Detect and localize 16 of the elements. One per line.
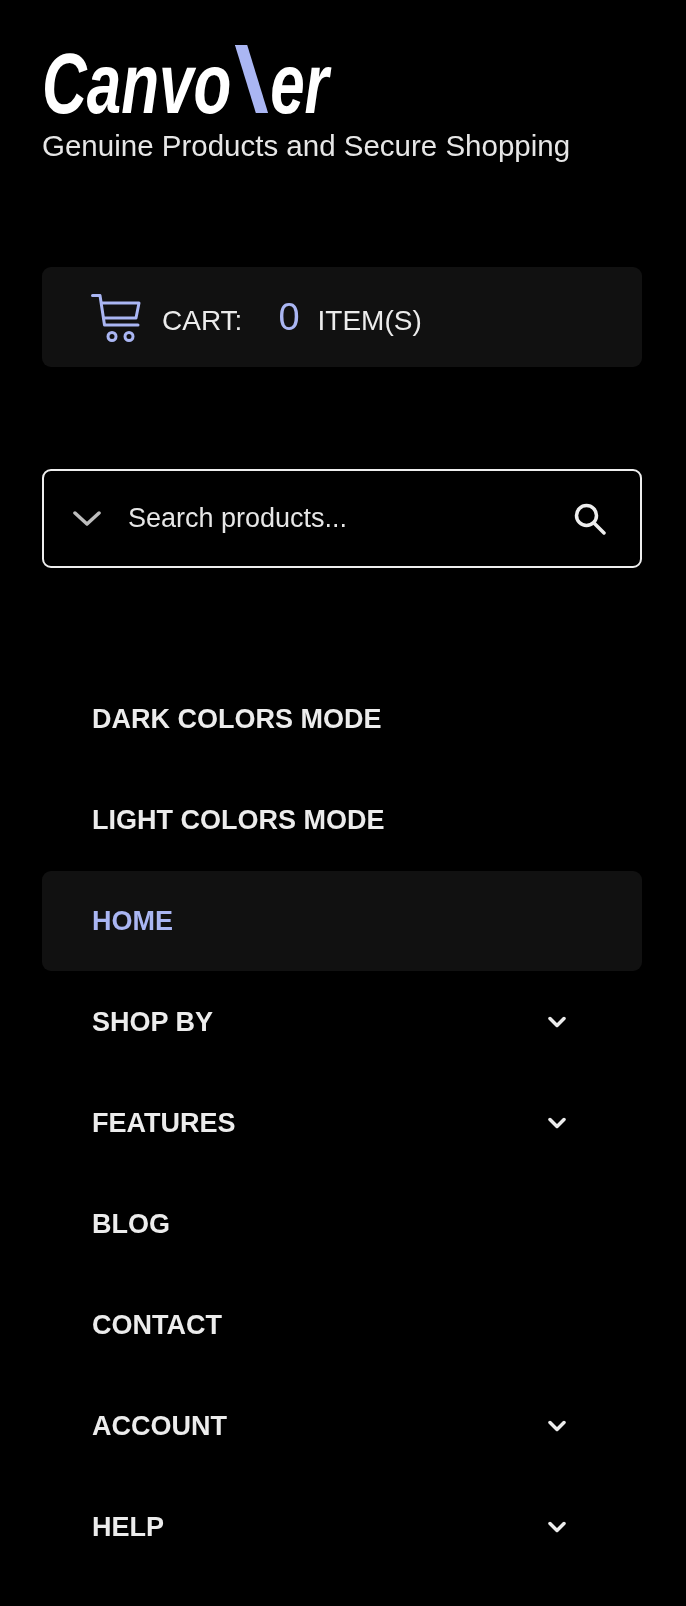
menu-item[interactable]: ACCOUNT xyxy=(42,1376,642,1477)
menu-item[interactable]: CONTACT xyxy=(42,1275,642,1376)
menu-item[interactable]: BLOG xyxy=(42,1174,642,1275)
menu-item[interactable]: SHOP BY xyxy=(42,972,642,1073)
menu-item[interactable]: LIGHT COLORS MODE xyxy=(42,770,642,871)
slash-icon xyxy=(234,45,268,113)
cart-button[interactable]: CART: 0 ITEM(S) xyxy=(42,267,642,368)
cart-icon xyxy=(91,292,141,342)
search-input[interactable]: Search products... xyxy=(128,503,558,535)
tagline: Genuine Products and Secure Shopping xyxy=(42,128,572,164)
menu-item[interactable]: DARK COLORS MODE xyxy=(42,669,642,770)
chevron-down-icon[interactable] xyxy=(73,511,101,527)
menu-item[interactable]: FEATURES xyxy=(42,1073,642,1174)
search-icon[interactable] xyxy=(574,502,606,535)
menu-item[interactable]: HELP xyxy=(42,1477,642,1578)
menu-item[interactable]: HOME xyxy=(42,871,642,972)
